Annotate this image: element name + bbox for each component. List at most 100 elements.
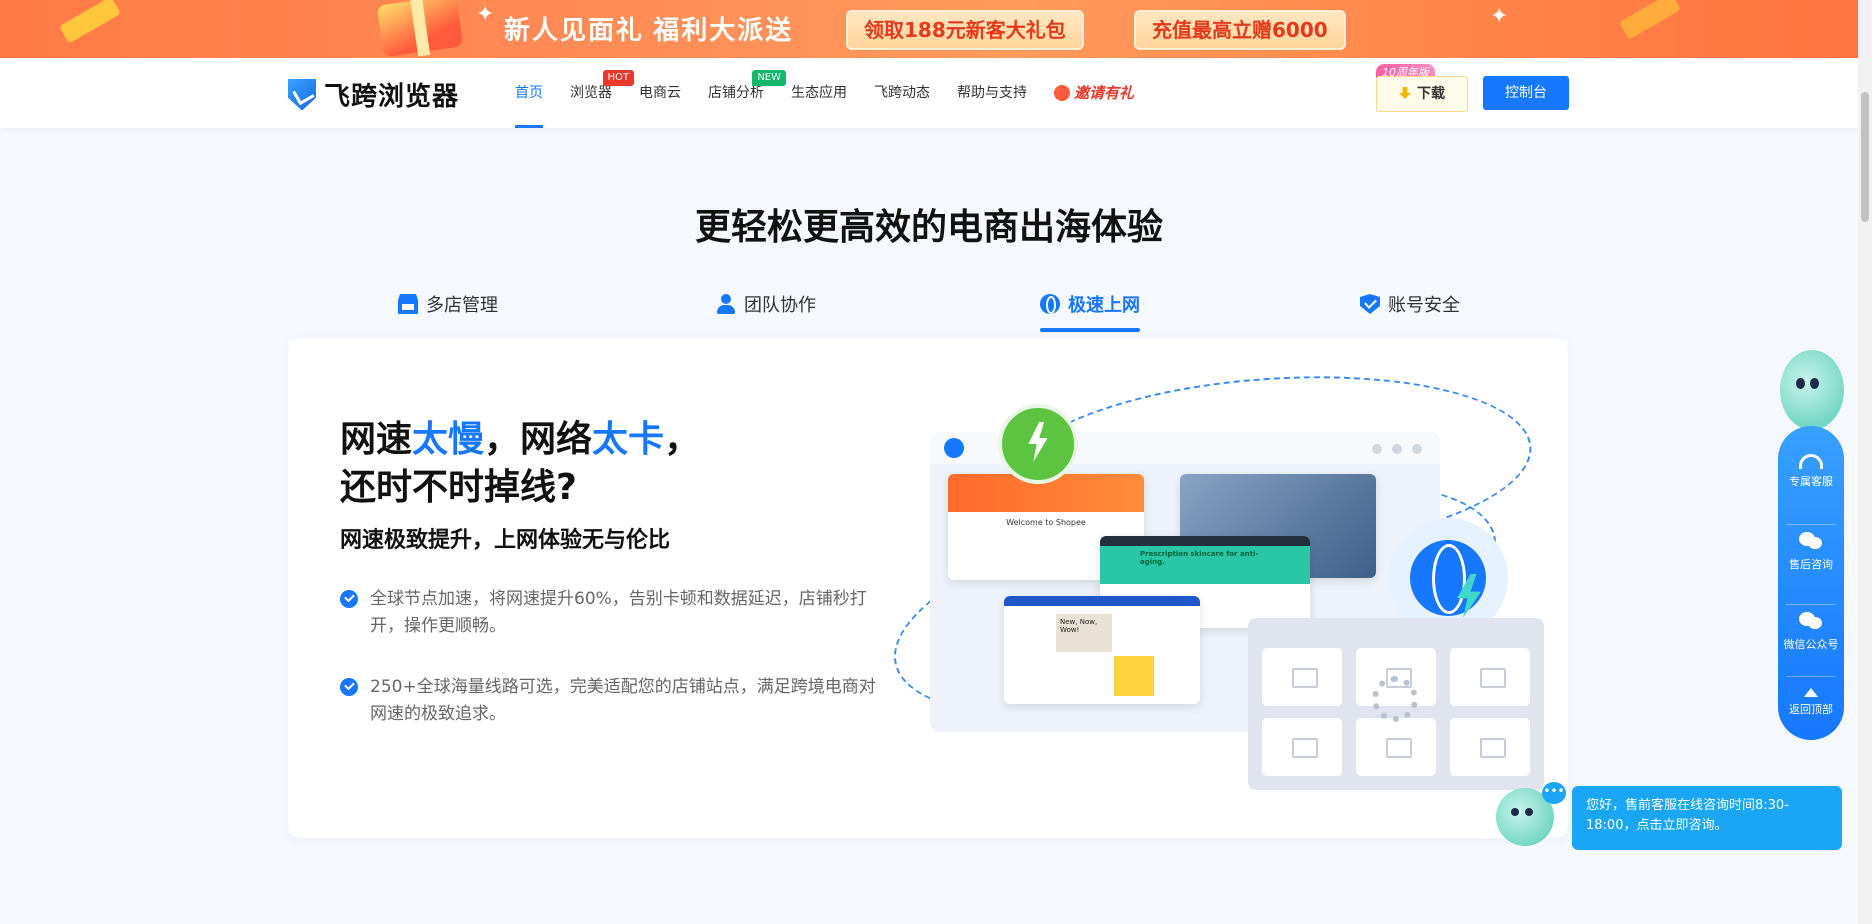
marketplace-screenshot: New, Now, Wow! <box>1004 596 1200 704</box>
image-placeholder-icon <box>1356 718 1436 776</box>
float-label: 微信公众号 <box>1783 638 1839 651</box>
presales-chat-bubble[interactable]: 您好，售前客服在线咨询时间8:30-18:00，点击立即咨询。 <box>1572 786 1842 850</box>
nav-item-store-analysis[interactable]: 店铺分析 NEW <box>708 58 786 128</box>
headline-highlight: 太卡 <box>592 419 665 460</box>
image-placeholder-icon <box>1450 718 1530 776</box>
mascot-dragon-image <box>1780 350 1844 430</box>
floating-service-bar: 专属客服 售后咨询 微信公众号 返回顶部 <box>1778 426 1844 740</box>
marketplace-header <box>1004 596 1200 606</box>
feature-tabs: 多店管理 团队协作 极速上网 账号安全 <box>288 280 1568 332</box>
new-badge: NEW <box>752 70 786 86</box>
lightning-icon <box>998 404 1078 484</box>
float-label: 返回顶部 <box>1789 703 1833 716</box>
chat-dots-icon: ••• <box>1542 782 1566 804</box>
exclusive-service-button[interactable]: 专属客服 <box>1778 450 1844 489</box>
logo[interactable]: 飞跨浏览器 <box>288 76 459 113</box>
new-user-gift-pill[interactable]: 领取188元新客大礼包 <box>846 10 1084 50</box>
feature-text: 250+全球海量线路可选，完美适配您的店铺站点，满足跨境电商对网速的极致追求。 <box>370 677 876 724</box>
headset-icon <box>1799 454 1823 469</box>
nav-item-home[interactable]: 首页 <box>515 58 543 128</box>
divider <box>1786 604 1836 605</box>
image-placeholder-icon <box>1262 718 1342 776</box>
loading-grid-window <box>1248 618 1544 790</box>
banner-title: 新人见面礼 福利大派送 <box>504 15 794 45</box>
divider <box>1786 524 1836 525</box>
float-label: 售后咨询 <box>1789 558 1833 571</box>
image-placeholder-icon <box>1262 648 1342 706</box>
check-circle-icon <box>340 590 358 608</box>
invite-label: 邀请有礼 <box>1074 84 1135 102</box>
promo-banner[interactable]: ✦ ✦ 新人见面礼 福利大派送 领取188元新客大礼包 充值最高立赠6000 <box>0 0 1858 58</box>
globe-icon <box>1040 294 1060 314</box>
confetti-decoration <box>1619 0 1681 40</box>
recharge-bonus-pill[interactable]: 充值最高立赠6000 <box>1134 10 1346 50</box>
marketplace-tile <box>1114 656 1154 696</box>
tab-label: 团队协作 <box>744 295 816 316</box>
nav-item-invite[interactable]: 邀请有礼 <box>1054 58 1134 128</box>
nav-label: 电商云 <box>639 85 681 101</box>
wechat-icon <box>1799 610 1823 632</box>
divider <box>1786 676 1836 677</box>
tab-multi-store[interactable]: 多店管理 <box>398 280 498 328</box>
gift-box-image <box>376 0 464 58</box>
marketplace-banner-text: New, Now, Wow! <box>1056 614 1112 652</box>
network-illustration: Welcome to Shopee Prescription skincare … <box>873 359 1548 818</box>
logo-text: 飞跨浏览器 <box>324 82 460 112</box>
feature-text: 全球节点加速，将网速提升60%，告别卡顿和数据延迟，店铺秒打开，操作更顺畅。 <box>370 589 867 636</box>
check-circle-icon <box>340 678 358 696</box>
amazon-promo-text: Prescription skincare for anti-aging. <box>1100 546 1310 584</box>
arrow-up-icon <box>1804 688 1818 697</box>
nav-item-ecommerce-cloud[interactable]: 电商云 <box>639 58 681 128</box>
nav-label: 生态应用 <box>791 85 847 101</box>
nav-label: 首页 <box>515 85 543 101</box>
download-label: 下载 <box>1417 86 1445 102</box>
nav-item-help[interactable]: 帮助与支持 <box>957 58 1027 128</box>
logo-shield-icon <box>288 78 316 111</box>
tab-label: 多店管理 <box>426 295 498 316</box>
wechat-account-button[interactable]: 微信公众号 <box>1778 604 1844 652</box>
section-title: 更轻松更高效的电商出海体验 <box>694 207 1163 248</box>
headline: 网速太慢，网络太卡， 还时不时掉线? <box>340 416 700 512</box>
top-nav: 飞跨浏览器 首页 浏览器 HOT 电商云 店铺分析 NEW 生态应用 飞跨动态 帮助… <box>0 58 1858 128</box>
tab-account-security[interactable]: 账号安全 <box>1360 280 1460 328</box>
store-icon <box>398 294 418 314</box>
main-menu: 首页 浏览器 HOT 电商云 店铺分析 NEW 生态应用 飞跨动态 帮助与支持 邀请… <box>515 58 1161 128</box>
nav-item-ecosystem[interactable]: 生态应用 <box>791 58 847 128</box>
download-icon <box>1399 87 1411 99</box>
nav-label: 帮助与支持 <box>957 85 1027 101</box>
tab-team[interactable]: 团队协作 <box>716 280 816 328</box>
invite-icon <box>1054 85 1070 101</box>
headline-text: 网速 <box>340 419 413 460</box>
window-dot <box>1392 444 1402 454</box>
image-placeholder-icon <box>1450 648 1530 706</box>
nav-item-news[interactable]: 飞跨动态 <box>874 58 930 128</box>
nav-label: 店铺分析 <box>708 85 764 101</box>
feature-card: 网速太慢，网络太卡， 还时不时掉线? 网速极致提升，上网体验无与伦比 全球节点加… <box>288 338 1568 838</box>
nav-label: 浏览器 <box>570 85 612 101</box>
chat-icon <box>1799 530 1823 552</box>
confetti-decoration <box>59 0 121 44</box>
nav-label: 飞跨动态 <box>874 85 930 101</box>
window-dot <box>1372 444 1382 454</box>
headline-text: ， <box>664 419 701 460</box>
sparkle-icon: ✦ <box>1490 4 1509 29</box>
feature-item: 250+全球海量线路可选，完美适配您的店铺站点，满足跨境电商对网速的极致追求。 <box>340 674 890 728</box>
scrollbar-thumb[interactable] <box>1861 92 1869 222</box>
tab-fast-network[interactable]: 极速上网 <box>1040 280 1140 332</box>
shield-check-icon <box>1360 294 1380 314</box>
shopee-welcome-text: Welcome to Shopee <box>1006 518 1086 527</box>
headline-line2: 还时不时掉线? <box>340 467 577 508</box>
nav-item-browser[interactable]: 浏览器 HOT <box>570 58 634 128</box>
sparkle-icon: ✦ <box>476 2 495 27</box>
console-button[interactable]: 控制台 <box>1483 76 1569 110</box>
hot-badge: HOT <box>602 70 634 86</box>
download-button[interactable]: 下载 <box>1376 76 1468 112</box>
after-sales-button[interactable]: 售后咨询 <box>1778 524 1844 572</box>
amazon-header <box>1100 536 1310 546</box>
float-label: 专属客服 <box>1789 475 1833 488</box>
page-scrollbar[interactable] <box>1858 0 1872 924</box>
tab-label: 账号安全 <box>1388 295 1460 316</box>
browser-logo-icon <box>944 438 964 458</box>
headline-highlight: 太慢 <box>412 419 485 460</box>
back-to-top-button[interactable]: 返回顶部 <box>1778 676 1844 717</box>
